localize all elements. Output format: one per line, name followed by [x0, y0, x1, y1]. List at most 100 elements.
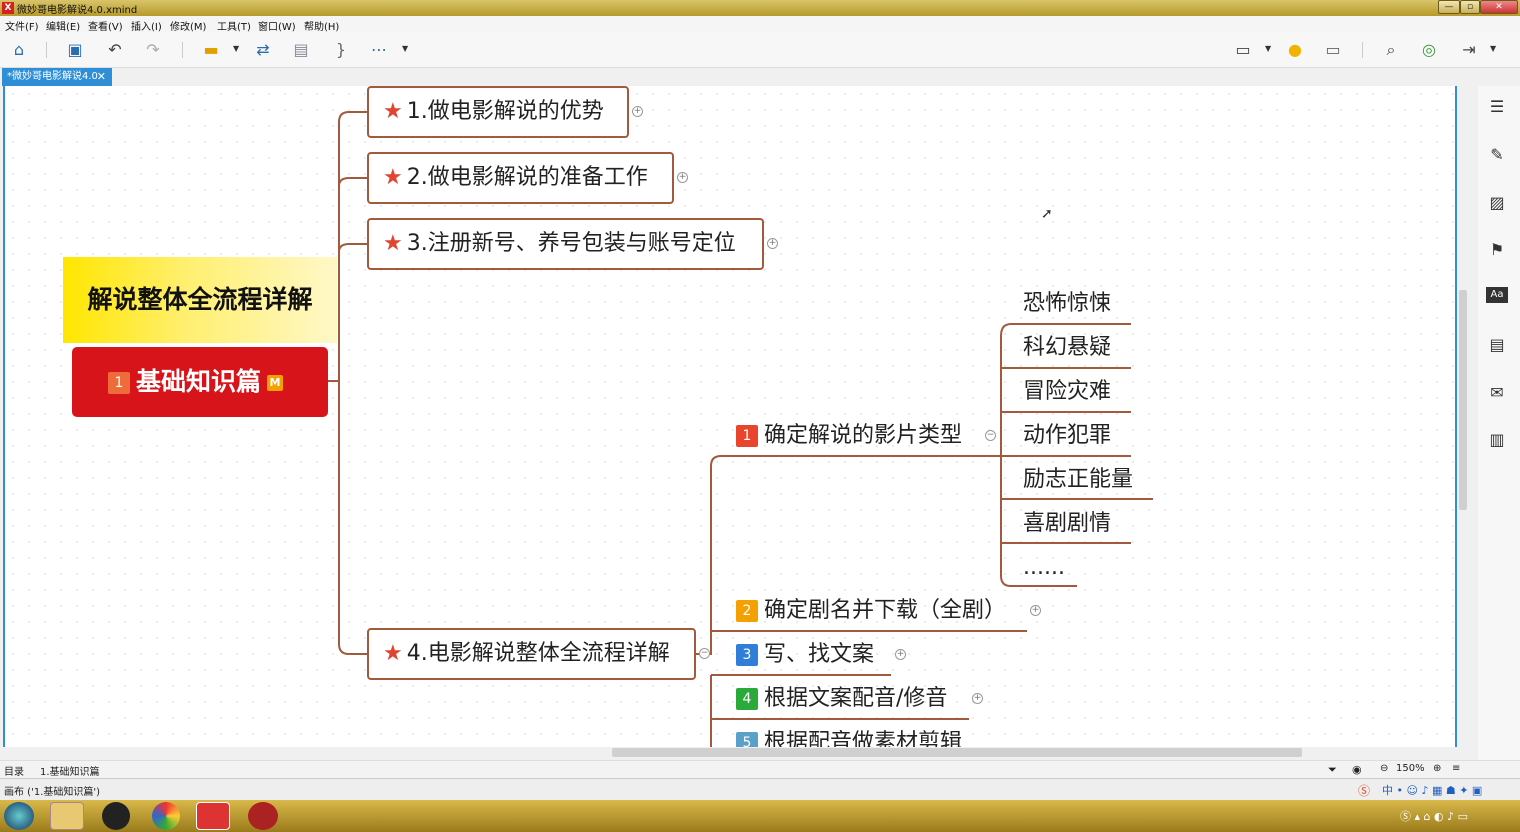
chevron-down-icon[interactable]: ▼: [1490, 44, 1496, 53]
more-icon[interactable]: ⋯: [368, 40, 390, 60]
task-icon[interactable]: ▥: [1486, 429, 1508, 451]
menu-window[interactable]: 窗口(W): [258, 18, 296, 33]
undo-icon[interactable]: ↶: [104, 40, 126, 60]
ime-status-icons[interactable]: 中 • ☺ ♪ ▦ ☗ ✦ ▣: [1382, 782, 1482, 798]
image-icon[interactable]: ▨: [1486, 192, 1508, 214]
subtopic-1[interactable]: 1 确定解说的影片类型: [736, 421, 962, 451]
eye-icon[interactable]: ◉: [1352, 763, 1362, 776]
genre-topic[interactable]: 动作犯罪: [1023, 421, 1111, 451]
chevron-down-icon[interactable]: ▼: [402, 44, 408, 53]
relationship-icon[interactable]: ⇄: [252, 40, 274, 60]
xmind-taskbar-icon[interactable]: [196, 802, 230, 830]
close-icon[interactable]: ✕: [97, 68, 106, 86]
browser-icon[interactable]: [152, 802, 180, 830]
zoom-out-button[interactable]: ⊖: [1380, 763, 1388, 774]
zoom-in-button[interactable]: ⊕: [1433, 763, 1441, 774]
branch-topic-3[interactable]: ★ 3.注册新号、养号包装与账号定位: [367, 218, 764, 270]
star-icon: ★: [383, 165, 403, 190]
toolbar: ⌂ ▣ ↶ ↷ ▬ ▼ ⇄ ▤ } ⋯ ▼ ▭ ▼ ● ▭ ⌕ ◎ ⇥ ▼: [0, 32, 1520, 68]
start-button[interactable]: [4, 802, 34, 830]
xmind-icon: X: [2, 2, 14, 14]
horizontal-scroll-thumb[interactable]: [612, 748, 1302, 757]
subtopic-label: 根据配音做素材剪辑: [764, 730, 963, 747]
zoom-level: 150%: [1396, 763, 1425, 774]
separator: [46, 42, 47, 58]
central-topic[interactable]: 1 基础知识篇 M: [72, 347, 328, 417]
close-window-button[interactable]: ✕: [1480, 0, 1518, 14]
qq-icon[interactable]: [102, 802, 130, 830]
subtopic-3[interactable]: 3 写、找文案: [736, 640, 874, 670]
subtopic-4[interactable]: 4 根据文案配音/修音: [736, 684, 947, 714]
marker-flag-icon[interactable]: ⚑: [1486, 239, 1508, 261]
lightbulb-icon[interactable]: ●: [1284, 40, 1306, 60]
boundary-icon[interactable]: ▤: [290, 40, 312, 60]
topic-icon[interactable]: ▬: [200, 40, 222, 60]
comment-icon[interactable]: ✉: [1486, 382, 1508, 404]
presentation-icon[interactable]: ▭: [1232, 40, 1254, 60]
subtopic-5[interactable]: 5 根据配音做素材剪辑: [736, 728, 962, 747]
star-icon: ★: [383, 231, 403, 256]
minimize-button[interactable]: —: [1438, 0, 1460, 14]
tray-icons[interactable]: Ⓢ ▴ ⌂ ◐ ♪ ▭: [1400, 808, 1468, 824]
menu-modify[interactable]: 修改(M): [170, 18, 206, 33]
fit-icon[interactable]: ≡: [1452, 763, 1460, 774]
filter-icon[interactable]: ⏷: [1328, 763, 1337, 777]
genre-topic[interactable]: 励志正能量: [1023, 465, 1133, 495]
layout-icon[interactable]: ▭: [1322, 40, 1344, 60]
branch-topic-1[interactable]: ★ 1.做电影解说的优势: [367, 86, 629, 138]
expand-icon[interactable]: +: [677, 172, 688, 183]
branch-topic-2[interactable]: ★ 2.做电影解说的准备工作: [367, 152, 674, 204]
collapse-icon[interactable]: −: [699, 648, 710, 659]
menu-help[interactable]: 帮助(H): [304, 18, 339, 33]
notes-icon[interactable]: ▤: [1486, 334, 1508, 356]
collapse-icon[interactable]: −: [985, 430, 996, 441]
file-explorer-icon[interactable]: [50, 802, 84, 830]
expand-icon[interactable]: +: [972, 693, 983, 704]
ime-icon[interactable]: Ⓢ: [1358, 782, 1370, 799]
home-icon[interactable]: ⌂: [8, 40, 30, 60]
menu-file[interactable]: 文件(F): [5, 18, 39, 33]
summary-icon[interactable]: }: [330, 40, 352, 60]
central-title[interactable]: 解说整体全流程详解: [63, 257, 337, 343]
number-badge: 5: [736, 732, 758, 747]
menu-tools[interactable]: 工具(T): [217, 18, 251, 33]
menu-insert[interactable]: 插入(I): [131, 18, 162, 33]
search-icon[interactable]: ⌕: [1380, 40, 1402, 60]
label-icon[interactable]: Aa: [1486, 287, 1508, 303]
format-brush-icon[interactable]: ✎: [1486, 144, 1508, 166]
menu-edit[interactable]: 编辑(E): [46, 18, 80, 33]
genre-topic[interactable]: 冒险灾难: [1023, 377, 1111, 407]
genre-topic[interactable]: ......: [1023, 553, 1065, 583]
maximize-button[interactable]: ▫: [1460, 0, 1480, 14]
expand-icon[interactable]: +: [767, 238, 778, 249]
branch-label: 1.做电影解说的优势: [406, 99, 604, 124]
genre-topic[interactable]: 喜剧剧情: [1023, 509, 1111, 539]
menu-view[interactable]: 查看(V): [88, 18, 123, 33]
app-taskbar-icon[interactable]: [248, 802, 278, 830]
chevron-down-icon[interactable]: ▼: [233, 44, 239, 53]
vertical-scroll-thumb[interactable]: [1459, 290, 1467, 510]
chevron-down-icon[interactable]: ▼: [1265, 44, 1271, 53]
sheet-tab[interactable]: 1.基础知识篇: [40, 763, 100, 778]
expand-icon[interactable]: +: [1030, 605, 1041, 616]
priority-badge: 1: [108, 372, 130, 394]
subtopic-2[interactable]: 2 确定剧名并下载（全剧）: [736, 596, 1006, 626]
mindmap-canvas[interactable]: 解说整体全流程详解 1 基础知识篇 M ★ 1.做电影解说的优势 + ★ 2.做电影解说…: [3, 86, 1457, 747]
export-icon[interactable]: ⇥: [1458, 40, 1480, 60]
expand-icon[interactable]: +: [632, 106, 643, 117]
status-bar: 画布 ('1.基础知识篇') Ⓢ 中 • ☺ ♪ ▦ ☗ ✦ ▣: [0, 778, 1520, 800]
subtopic-label: 确定剧名并下载（全剧）: [764, 598, 1007, 623]
outline-icon[interactable]: ☰: [1486, 96, 1508, 118]
subtopic-label: 确定解说的影片类型: [764, 423, 963, 448]
tab-document[interactable]: *微妙哥电影解说4.0 ✕: [2, 68, 112, 86]
outline-tab[interactable]: 目录: [4, 763, 24, 778]
genre-topic[interactable]: 恐怖惊悚: [1023, 289, 1111, 319]
redo-icon[interactable]: ↷: [142, 40, 164, 60]
branch-topic-4[interactable]: ★ 4.电影解说整体全流程详解: [367, 628, 696, 680]
expand-icon[interactable]: +: [895, 649, 906, 660]
mouse-cursor-icon: ➚: [1041, 206, 1053, 222]
branch-label: 4.电影解说整体全流程详解: [406, 641, 670, 666]
share-icon[interactable]: ◎: [1418, 40, 1440, 60]
genre-topic[interactable]: 科幻悬疑: [1023, 333, 1111, 363]
save-icon[interactable]: ▣: [64, 40, 86, 60]
